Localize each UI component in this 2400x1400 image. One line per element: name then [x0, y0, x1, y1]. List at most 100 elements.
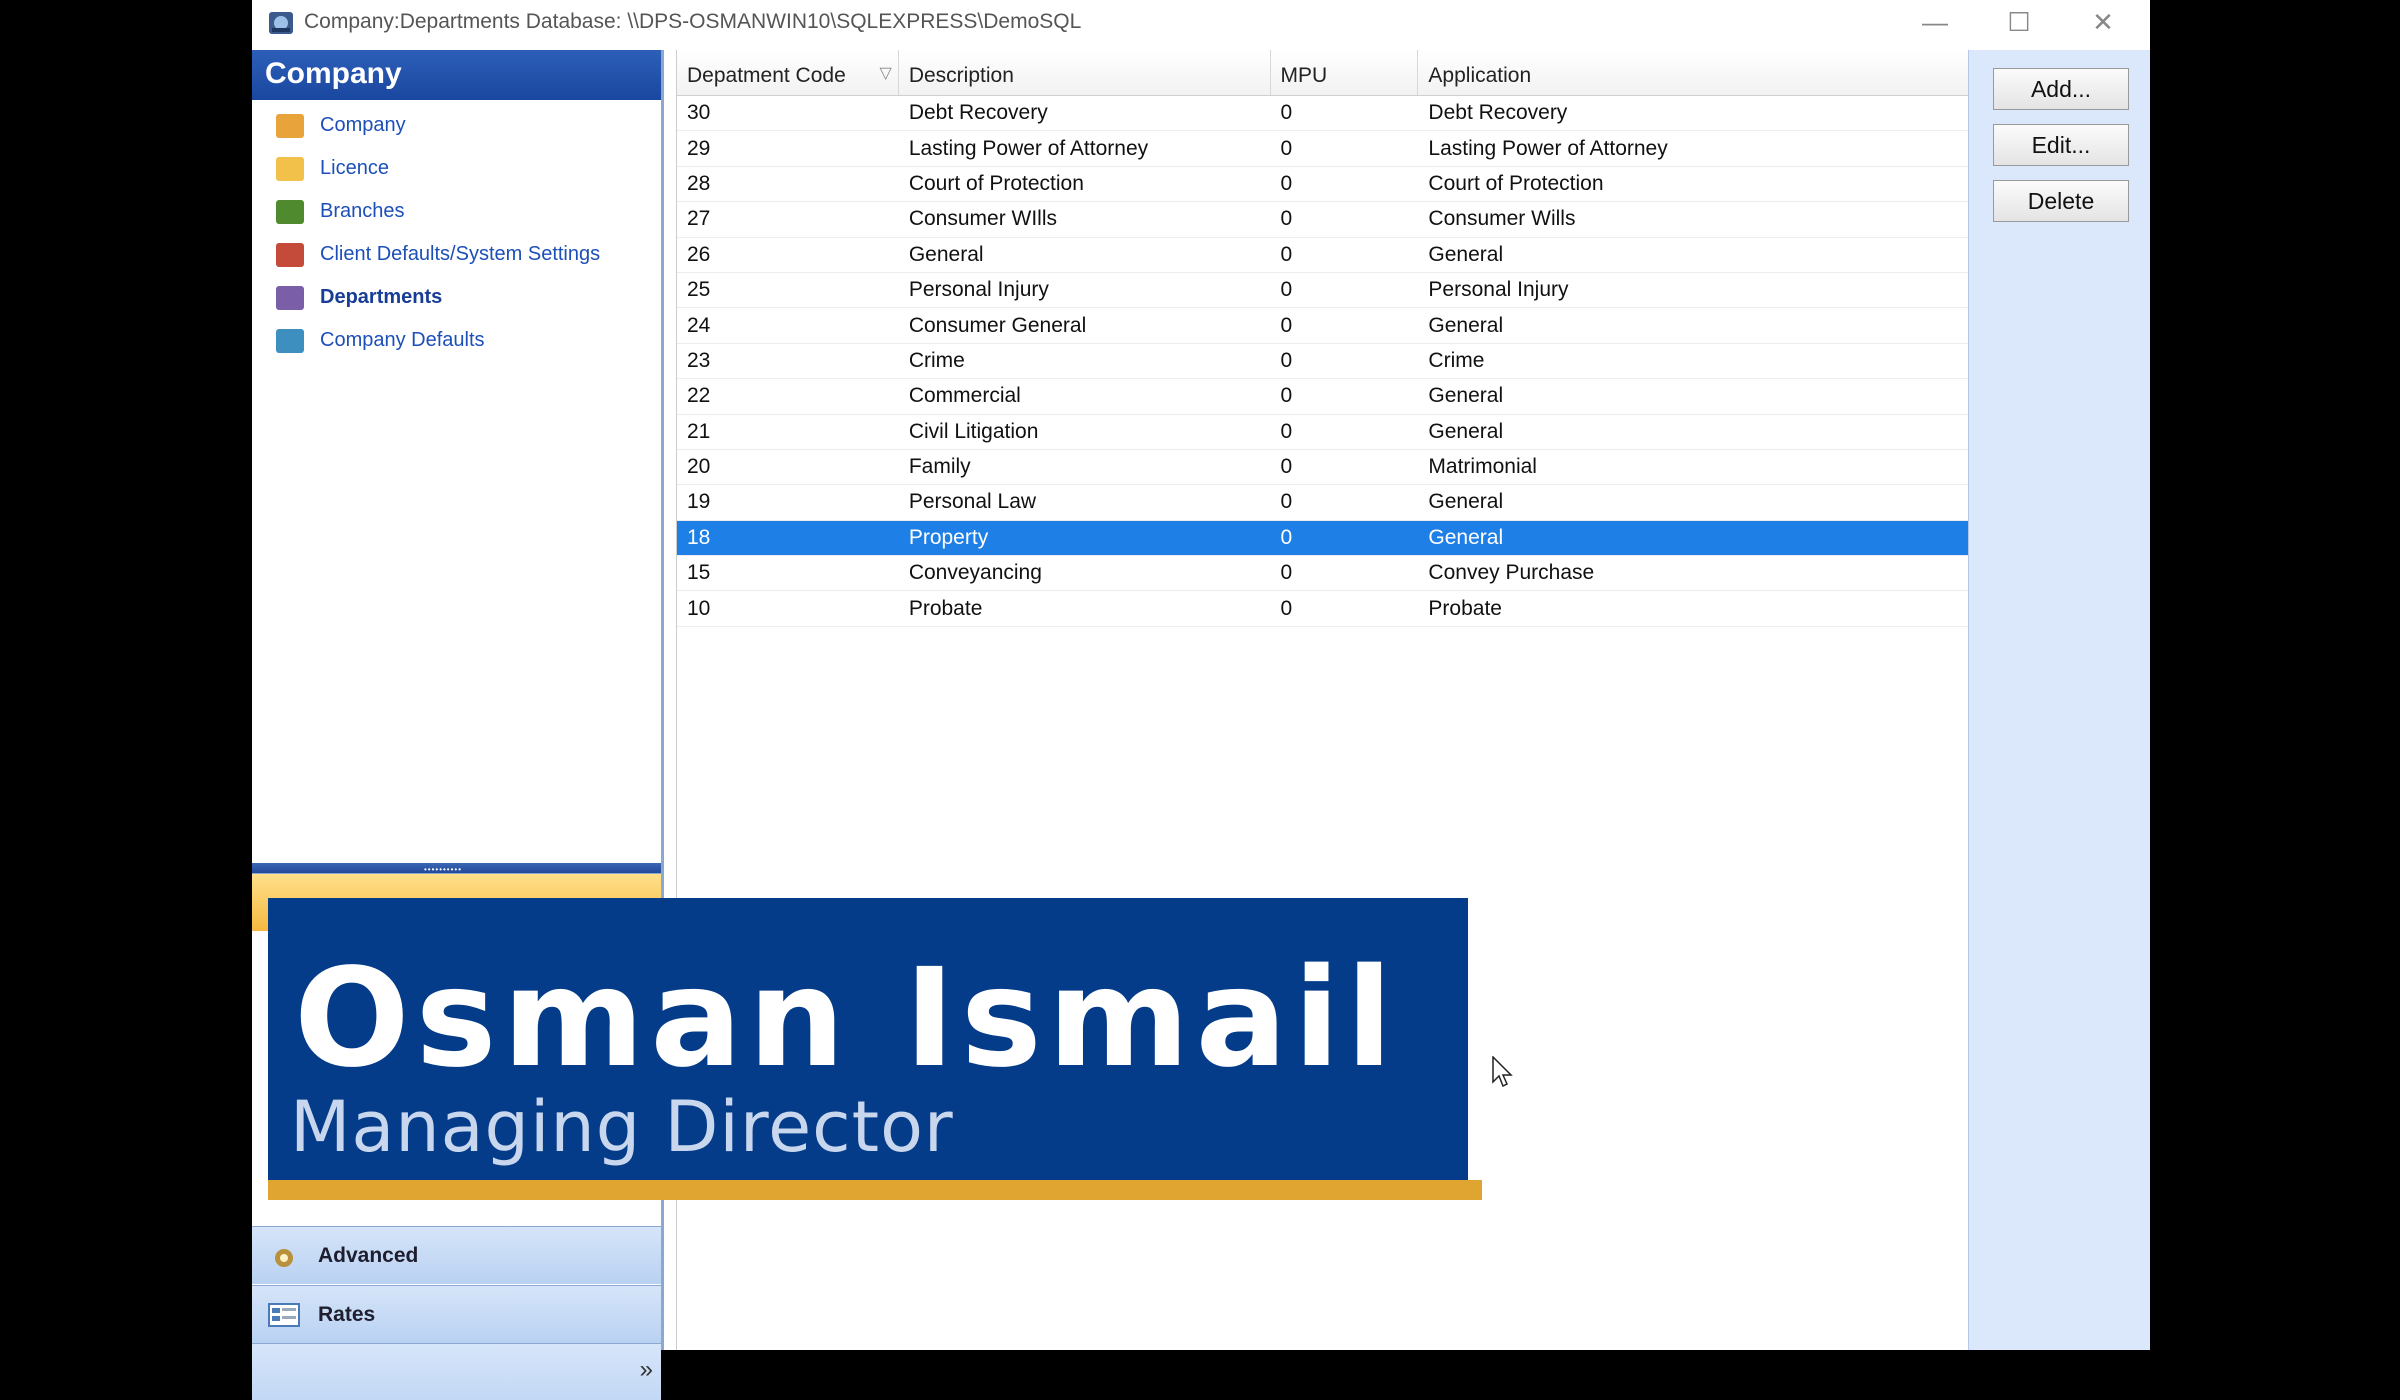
table-row[interactable]: 22 Commercial 0 General [677, 379, 1968, 415]
cell-mpu: 0 [1280, 419, 1293, 443]
sort-filter-icon[interactable]: ▽ [880, 63, 892, 83]
app-icon [269, 12, 293, 34]
close-button[interactable]: ✕ [2063, 0, 2143, 44]
nav-item-label: Company [320, 114, 406, 136]
nav-button-rates[interactable]: Rates [252, 1285, 661, 1343]
lower-third-overlay: Osman Ismail Managing Director [268, 898, 1468, 1182]
cell-code: 20 [687, 455, 711, 479]
cell-mpu: 0 [1280, 278, 1293, 302]
table-row[interactable]: 19 Personal Law 0 General [677, 485, 1968, 521]
nav-item-client-defaults-system-settings[interactable]: Client Defaults/System Settings [252, 233, 661, 276]
column-header-application[interactable]: Application [1418, 50, 1968, 95]
cell-application: Consumer Wills [1428, 207, 1576, 231]
table-row[interactable]: 27 Consumer WIlls 0 Consumer Wills [677, 202, 1968, 238]
cell-mpu: 0 [1280, 455, 1293, 479]
nav-item-label: Branches [320, 200, 405, 222]
cell-code: 28 [687, 171, 711, 195]
minimize-button[interactable]: — [1895, 0, 1975, 44]
title-bar: Company:Departments Database: \\DPS-OSMA… [252, 0, 2150, 46]
table-row[interactable]: 28 Court of Protection 0 Court of Protectio… [677, 167, 1968, 203]
window-title: Company:Departments Database: \\DPS-OSMA… [304, 10, 1082, 33]
cell-application: General [1428, 242, 1504, 266]
cell-code: 30 [687, 101, 711, 125]
cell-mpu: 0 [1280, 525, 1293, 549]
cell-description: Crime [908, 348, 965, 372]
cell-description: General [908, 242, 984, 266]
cell-mpu: 0 [1280, 242, 1293, 266]
cell-description: Personal Injury [908, 278, 1049, 302]
mouse-cursor-icon [1492, 1056, 1513, 1088]
table-row[interactable]: 10 Probate 0 Probate [677, 591, 1968, 627]
cell-code: 29 [687, 136, 711, 160]
cell-application: General [1428, 525, 1504, 549]
cell-application: General [1428, 313, 1504, 337]
column-header-mpu[interactable]: MPU [1271, 50, 1419, 95]
cell-mpu: 0 [1280, 561, 1293, 585]
cell-description: Consumer General [908, 313, 1087, 337]
column-header-description[interactable]: Description [899, 50, 1271, 95]
cell-description: Family [908, 455, 971, 479]
cell-application: General [1428, 490, 1504, 514]
table-row[interactable]: 18 Property 0 General [677, 520, 1968, 557]
cell-description: Personal Law [908, 490, 1037, 514]
cell-mpu: 0 [1280, 490, 1293, 514]
nav-item-departments[interactable]: Departments [252, 276, 661, 319]
cell-application: Debt Recovery [1428, 101, 1568, 125]
nav-item-company-defaults[interactable]: Company Defaults [252, 319, 661, 362]
cell-description: Property [908, 525, 989, 549]
advanced-icon [275, 1248, 293, 1267]
table-row[interactable]: 15 Conveyancing 0 Convey Purchase [677, 556, 1968, 592]
cell-description: Court of Protection [908, 171, 1084, 195]
cell-mpu: 0 [1280, 348, 1293, 372]
company-defaults-icon [276, 328, 304, 353]
cell-description: Debt Recovery [908, 101, 1048, 125]
chevron-expand-icon[interactable]: » [640, 1356, 653, 1384]
nav-button-label: Rates [318, 1302, 376, 1326]
nav-button-advanced[interactable]: Advanced [252, 1226, 661, 1284]
table-row[interactable]: 30 Debt Recovery 0 Debt Recovery [677, 96, 1968, 132]
add-button[interactable]: Add... [1993, 68, 2129, 110]
cell-description: Conveyancing [908, 561, 1042, 585]
action-panel: Add... Edit... Delete [1968, 50, 2150, 1350]
cell-mpu: 0 [1280, 313, 1293, 337]
table-row[interactable]: 24 Consumer General 0 General [677, 308, 1968, 344]
cell-application: Crime [1428, 348, 1485, 372]
nav-item-company[interactable]: Company [252, 104, 661, 147]
table-row[interactable]: 23 Crime 0 Crime [677, 344, 1968, 380]
cell-mpu: 0 [1280, 171, 1293, 195]
cell-code: 26 [687, 242, 711, 266]
departments-icon [276, 285, 304, 310]
cell-code: 15 [687, 561, 711, 585]
cell-application: Matrimonial [1428, 455, 1537, 479]
cell-mpu: 0 [1280, 136, 1293, 160]
cell-code: 21 [687, 419, 711, 443]
cell-application: Lasting Power of Attorney [1428, 136, 1668, 160]
edit-button[interactable]: Edit... [1993, 124, 2129, 166]
table-row[interactable]: 21 Civil Litigation 0 General [677, 415, 1968, 450]
table-row[interactable]: 26 General 0 General [677, 238, 1968, 273]
cell-mpu: 0 [1280, 207, 1293, 231]
lower-third-accent-bar [268, 1180, 1482, 1200]
grid-body: 30 Debt Recovery 0 Debt Recovery 29 Lasting P… [677, 96, 1968, 627]
cell-code: 22 [687, 384, 711, 408]
nav-item-branches[interactable]: Branches [252, 190, 661, 233]
table-row[interactable]: 25 Personal Injury 0 Personal Injury [677, 273, 1968, 309]
cell-code: 18 [687, 525, 711, 549]
maximize-button[interactable]: ☐ [1979, 0, 2059, 44]
presenter-name: Osman Ismail [294, 940, 1399, 1098]
panel-splitter[interactable]: •••••••••• [252, 863, 661, 874]
cell-application: General [1428, 419, 1504, 443]
cell-description: Consumer WIlls [908, 207, 1058, 231]
cell-code: 23 [687, 348, 711, 372]
table-row[interactable]: 20 Family 0 Matrimonial [677, 450, 1968, 486]
cell-application: Probate [1428, 596, 1502, 620]
nav-item-label: Licence [320, 157, 389, 179]
cell-code: 24 [687, 313, 711, 337]
column-header-code[interactable]: Depatment Code ▽ [677, 50, 899, 95]
cell-application: General [1428, 384, 1504, 408]
table-row[interactable]: 29 Lasting Power of Attorney 0 Lasting Powe… [677, 131, 1968, 167]
nav-list: Company Licence Branches Client Defaults/Sy… [252, 100, 661, 362]
nav-item-licence[interactable]: Licence [252, 147, 661, 190]
delete-button[interactable]: Delete [1993, 180, 2129, 222]
cell-code: 10 [687, 596, 711, 620]
